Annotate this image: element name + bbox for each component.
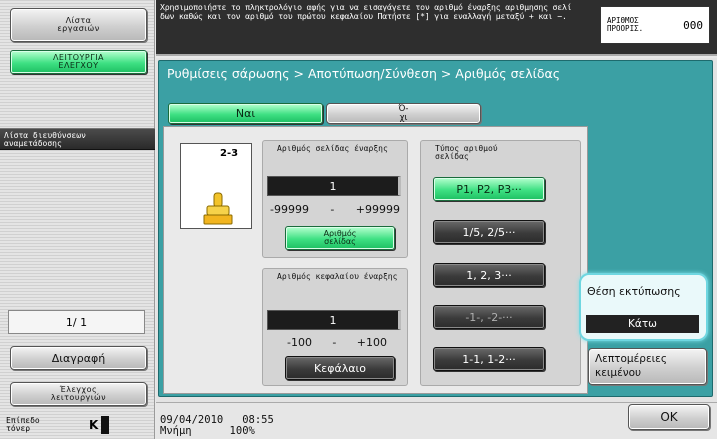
address-list-header: Λίστα διευθύνσεων αναμετάδοσης — [0, 128, 155, 150]
text-details-label: Λεπτομέρειες κειμένου — [595, 353, 668, 379]
chapter-start-range: -100 - +100 — [287, 336, 387, 349]
page-start-range: -99999 - +99999 — [270, 203, 400, 216]
address-list-label: Λίστα διευθύνσεων αναμετάδοσης — [4, 131, 86, 149]
number-type-option-2-label: 1/5, 2/5··· — [462, 225, 516, 239]
status-datetime: 09/04/2010 08:55 Μνήμη 100% — [160, 415, 274, 437]
job-list-label: Λίστα εργασιών — [57, 15, 100, 33]
page-number-label: Αριθμός σελίδας — [323, 229, 357, 246]
preview-sample-text: 2-3 — [220, 148, 239, 159]
copies-label: ΑΡΙΘΜΟΣ ΠΡΟΟΡΙΣ. — [607, 16, 644, 33]
yes-label: Ναι — [235, 107, 256, 120]
page-start-value-field[interactable]: 1 — [267, 176, 401, 196]
number-type-option-3[interactable]: 1, 2, 3··· — [433, 263, 545, 287]
page-start-title: Αριθμός σελίδας έναρξης — [277, 144, 388, 153]
text-details-button[interactable]: Λεπτομέρειες κειμένου — [588, 348, 707, 385]
delete-button[interactable]: Διαγραφή — [10, 346, 147, 370]
number-type-option-2[interactable]: 1/5, 2/5··· — [433, 220, 545, 244]
chapter-start-range-min: -100 — [287, 336, 312, 349]
chapter-start-value: 1 — [329, 313, 337, 327]
number-type-title: Τύπος αριθμού σελίδας — [435, 144, 498, 161]
chapter-start-range-max: +100 — [356, 336, 387, 349]
job-details-button[interactable]: ΛΕΙΤΟΥΡΓΙΑ ΕΛΕΓΧΟΥ — [10, 50, 147, 74]
job-details-label: ΛΕΙΤΟΥΡΓΙΑ ΕΛΕΓΧΟΥ — [52, 52, 105, 70]
preview-thumbnail: 2-3 — [180, 143, 252, 229]
check-job-label: Έλεγχος λειτουργιών — [50, 384, 107, 402]
number-type-option-1-label: P1, P2, P3··· — [456, 182, 522, 196]
ok-label: OK — [660, 410, 678, 424]
page-start-range-max: +99999 — [355, 203, 400, 216]
page-number-button[interactable]: Αριθμός σελίδας — [285, 226, 395, 250]
print-position-value: Κάτω — [586, 315, 699, 333]
copies-value: 000 — [683, 18, 703, 32]
job-list-button[interactable]: Λίστα εργασιών — [10, 8, 147, 42]
number-type-option-3-label: 1, 2, 3··· — [466, 268, 512, 282]
page-indicator: 1/ 1 — [65, 315, 88, 329]
chapter-start-range-sep: - — [332, 336, 337, 349]
number-type-option-5[interactable]: 1-1, 1-2··· — [433, 347, 545, 371]
chapter-start-value-field[interactable]: 1 — [267, 310, 401, 330]
memory-value: 100% — [229, 425, 255, 437]
toner-color: K — [89, 418, 99, 432]
page-indicator-box: 1/ 1 — [8, 310, 145, 334]
no-toggle-button[interactable]: Ό-χι — [326, 103, 481, 124]
ok-button[interactable]: OK — [628, 404, 710, 430]
page-start-range-sep: - — [330, 203, 335, 216]
yes-toggle-button[interactable]: Ναι — [168, 103, 323, 124]
print-position-title: Θέση εκτύπωσης — [587, 285, 681, 298]
toner-label: Επίπεδο τόνερ — [6, 415, 40, 433]
memory-label: Μνήμη — [160, 425, 192, 437]
chapter-label: Κεφάλαιο — [314, 361, 366, 375]
stamp-icon — [203, 192, 233, 226]
instruction-message: Χρησιμοποιήστε το πληκτρολόγιο αφής για … — [160, 2, 572, 22]
delete-label: Διαγραφή — [51, 351, 106, 365]
chapter-button[interactable]: Κεφάλαιο — [285, 356, 395, 380]
breadcrumb: Ρυθμίσεις σάρωσης > Αποτύπωση/Σύνθεση > … — [167, 66, 561, 81]
number-type-option-1[interactable]: P1, P2, P3··· — [433, 177, 545, 201]
toner-status: Επίπεδο τόνερ K — [6, 413, 148, 437]
number-type-option-4-label: -1-, -2-··· — [465, 310, 513, 324]
chapter-start-title: Αριθμός κεφαλαίου έναρξης — [277, 272, 398, 281]
page-start-value: 1 — [329, 179, 337, 193]
copies-counter: ΑΡΙΘΜΟΣ ΠΡΟΟΡΙΣ. 000 — [600, 6, 710, 44]
check-job-button[interactable]: Έλεγχος λειτουργιών — [10, 382, 147, 406]
toner-level-icon — [101, 416, 110, 434]
number-type-option-4[interactable]: -1-, -2-··· — [433, 305, 545, 329]
number-type-option-5-label: 1-1, 1-2··· — [462, 352, 516, 366]
no-label: Ό-χι — [398, 104, 409, 123]
page-start-range-min: -99999 — [270, 203, 309, 216]
